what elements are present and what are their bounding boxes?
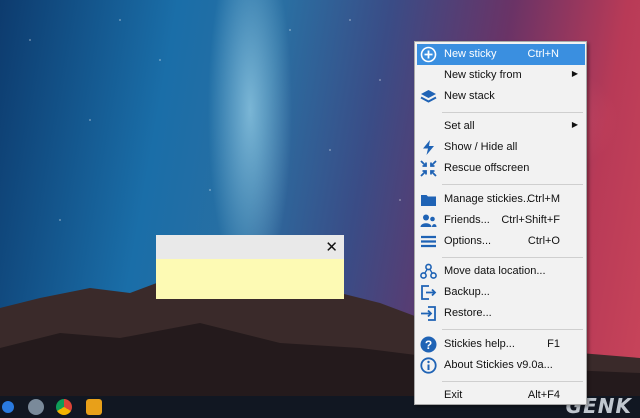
menu-item-move-data-location[interactable]: Move data location... bbox=[417, 261, 585, 282]
menu-item-label: New stack bbox=[444, 90, 495, 102]
menu-item-label: Friends... bbox=[444, 214, 490, 226]
menu-item-shortcut: Alt+F4 bbox=[527, 389, 560, 401]
menu-item-label: Restore... bbox=[444, 307, 492, 319]
menu-item-show-hide-all[interactable]: Show / Hide all bbox=[417, 137, 585, 158]
menu-item-label: Rescue offscreen bbox=[444, 162, 530, 174]
context-menu: New sticky Ctrl+N New sticky from ▶ New … bbox=[414, 41, 587, 405]
menu-item-label: Exit bbox=[444, 389, 463, 401]
menu-separator bbox=[442, 257, 583, 258]
menu-item-shortcut: Ctrl+O bbox=[527, 235, 560, 247]
menu-item-label: Manage stickies... bbox=[444, 193, 533, 205]
folder-icon bbox=[421, 195, 436, 206]
chrome-icon[interactable] bbox=[56, 399, 72, 415]
menu-item-rescue-offscreen[interactable]: Rescue offscreen bbox=[417, 158, 585, 179]
menu-separator bbox=[442, 184, 583, 185]
menu-item-label: New sticky from bbox=[444, 69, 522, 81]
menu-item-new-sticky[interactable]: New sticky Ctrl+N bbox=[417, 44, 585, 65]
menu-item-manage-stickies[interactable]: Manage stickies... Ctrl+M bbox=[417, 189, 585, 210]
menu-separator bbox=[442, 112, 583, 113]
collapse-arrows-icon bbox=[420, 160, 437, 177]
menu-item-backup[interactable]: Backup... bbox=[417, 282, 585, 303]
menu-item-set-all[interactable]: Set all ▶ bbox=[417, 116, 585, 137]
media-player-icon[interactable] bbox=[86, 399, 102, 415]
close-icon[interactable]: ✕ bbox=[325, 238, 338, 256]
plus-circle-icon bbox=[420, 46, 437, 63]
menu-item-friends[interactable]: Friends... Ctrl+Shift+F bbox=[417, 210, 585, 231]
menu-item-about[interactable]: About Stickies v9.0a... bbox=[417, 355, 585, 376]
network-icon bbox=[420, 263, 437, 279]
submenu-arrow-icon: ▶ bbox=[571, 120, 578, 129]
import-icon bbox=[421, 306, 436, 321]
menu-item-label: About Stickies v9.0a... bbox=[444, 359, 553, 371]
export-icon bbox=[421, 285, 437, 300]
sticky-note[interactable]: ✕ bbox=[156, 235, 344, 299]
sticky-titlebar[interactable]: ✕ bbox=[156, 235, 344, 259]
layers-icon bbox=[420, 90, 437, 103]
menu-item-label: Stickies help... bbox=[444, 338, 515, 350]
menu-item-exit[interactable]: Exit Alt+F4 bbox=[417, 385, 585, 406]
people-icon bbox=[420, 214, 437, 227]
menu-item-label: New sticky bbox=[444, 48, 497, 60]
question-circle-icon: ? bbox=[420, 336, 437, 353]
menu-item-shortcut: Ctrl+N bbox=[527, 48, 559, 60]
menu-item-new-stack[interactable]: New stack bbox=[417, 86, 585, 107]
menu-item-shortcut: Ctrl+M bbox=[527, 193, 560, 205]
menu-separator bbox=[442, 381, 583, 382]
menu-item-label: Set all bbox=[444, 120, 475, 132]
menu-item-stickies-help[interactable]: ? Stickies help... F1 bbox=[417, 334, 585, 355]
menu-item-shortcut: Ctrl+Shift+F bbox=[501, 214, 560, 226]
menu-item-label: Options... bbox=[444, 235, 492, 247]
menu-item-new-sticky-from[interactable]: New sticky from ▶ bbox=[417, 65, 585, 86]
menu-item-options[interactable]: Options... Ctrl+O bbox=[417, 231, 585, 252]
settings-icon[interactable] bbox=[28, 399, 44, 415]
menu-item-restore[interactable]: Restore... bbox=[417, 303, 585, 324]
sticky-body[interactable] bbox=[156, 259, 344, 299]
hamburger-icon bbox=[421, 235, 436, 248]
menu-separator bbox=[442, 329, 583, 330]
menu-item-shortcut: F1 bbox=[547, 338, 560, 350]
messenger-icon[interactable] bbox=[2, 401, 14, 413]
info-circle-icon bbox=[420, 357, 437, 374]
lightning-icon bbox=[423, 140, 434, 155]
svg-text:?: ? bbox=[425, 338, 432, 352]
menu-item-label: Move data location... bbox=[444, 265, 546, 277]
menu-item-label: Show / Hide all bbox=[444, 141, 518, 153]
submenu-arrow-icon: ▶ bbox=[571, 69, 578, 78]
menu-item-label: Backup... bbox=[444, 286, 490, 298]
